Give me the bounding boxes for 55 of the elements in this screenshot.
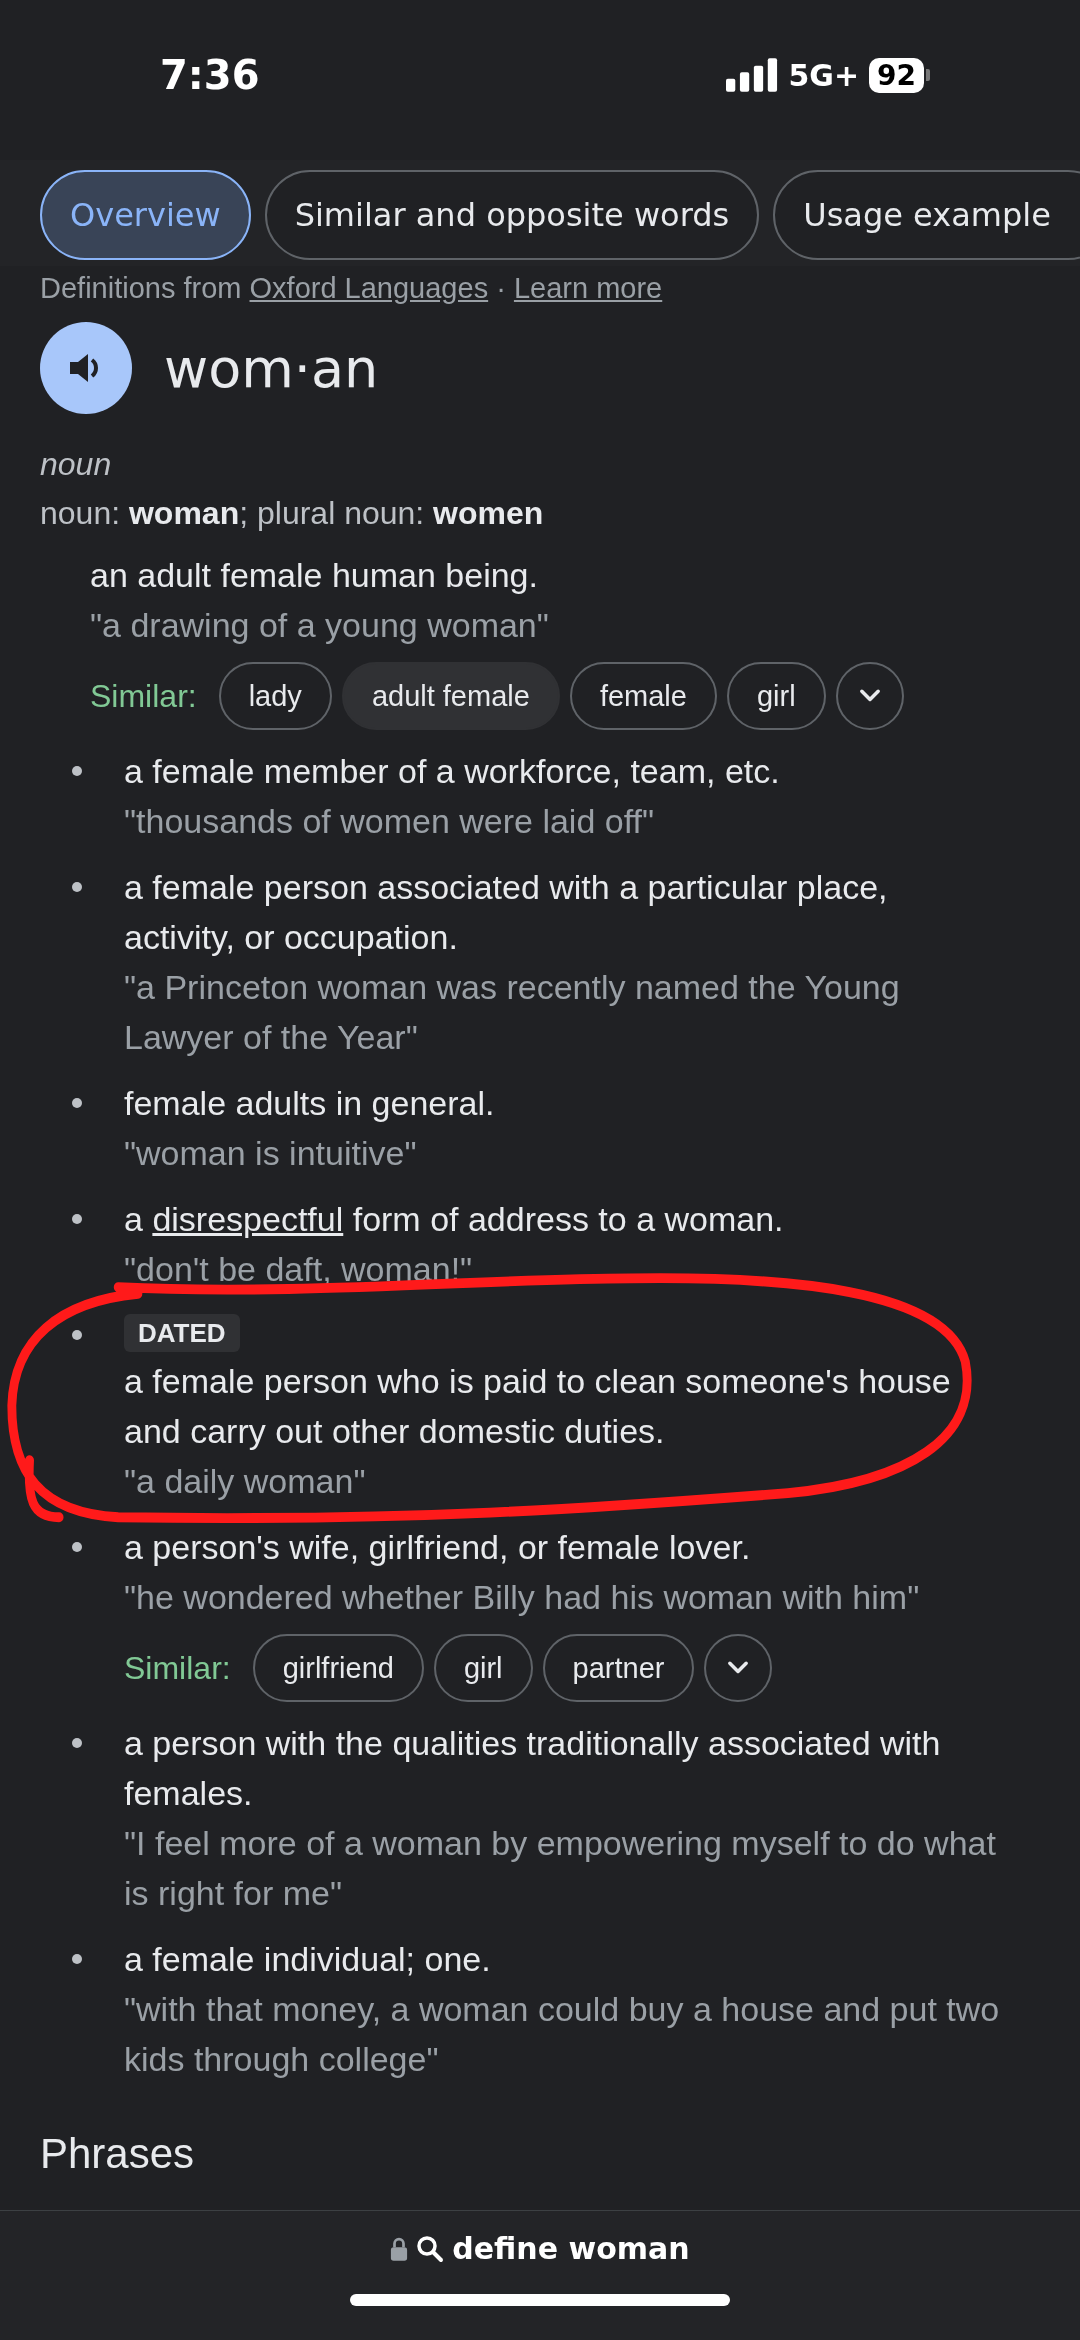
definition-link[interactable]: disrespectful — [152, 1200, 344, 1238]
example-text: "a daily woman" — [124, 1461, 366, 1502]
bullet-dot — [72, 882, 82, 892]
bullet-dot — [72, 1330, 82, 1340]
synonym-chip[interactable]: female — [569, 662, 717, 730]
source-note: Definitions from Oxford Languages · Learn more — [40, 271, 664, 306]
example-text: "thousands of women were laid off" — [124, 801, 655, 842]
definition: an adult female human being. — [90, 555, 538, 596]
learn-more-link[interactable]: Learn more — [513, 272, 663, 304]
tab[interactable]: Similar and opposite words — [264, 170, 760, 260]
tab[interactable]: Overview — [40, 170, 251, 260]
example-text: "with that money, a woman could buy a house and put two kids through college" — [124, 1989, 1000, 2080]
example-text: "woman is intuitive" — [124, 1133, 417, 1174]
signal-icon — [726, 58, 779, 92]
synonym-chip[interactable]: partner — [542, 1634, 695, 1702]
battery-indicator: 92 — [869, 57, 930, 93]
definition: a person with the qualities traditionally associated with females. — [124, 1723, 942, 1814]
definition: a female member of a workforce, team, etc. — [124, 751, 780, 792]
bullet-dot — [72, 1738, 82, 1748]
headword: wom·an — [164, 336, 379, 400]
lock-icon — [390, 2236, 409, 2261]
address-bar[interactable]: define woman — [390, 2231, 690, 2266]
definition: a female person who is paid to clean someone's house and carry out other domestic duties. — [124, 1361, 952, 1452]
bullet-dot — [72, 1098, 82, 1108]
example-text: "a Princeton woman was recently named the Young Lawyer of the Year" — [124, 967, 901, 1058]
bullet-dot — [72, 1214, 82, 1224]
definition: female adults in general. — [124, 1083, 495, 1124]
bullet-dot — [72, 1542, 82, 1552]
section-heading: Phrases — [40, 2130, 196, 2178]
example-text: "I feel more of a woman by empowering myself to do what is right for me" — [124, 1823, 997, 1914]
search-icon — [416, 2234, 445, 2263]
source-link[interactable]: Oxford Languages — [249, 272, 489, 304]
definition: a person's wife, girlfriend, or female lover. — [124, 1527, 751, 1568]
tab[interactable]: Usage example — [773, 170, 1080, 260]
definition: a disrespectful form of address to a woman. — [124, 1199, 784, 1240]
definition: a female individual; one. — [124, 1939, 491, 1980]
synonym-chip[interactable]: girlfriend — [252, 1634, 424, 1702]
synonym-chip[interactable]: girl — [726, 662, 826, 730]
word-forms: noun: woman; plural noun: women — [40, 495, 545, 532]
bullet-dot — [72, 1954, 82, 1964]
similar-label: Similar: — [124, 1649, 231, 1688]
part-of-speech: noun — [40, 446, 113, 483]
usage-tag: DATED — [124, 1314, 240, 1352]
synonym-chip[interactable]: lady — [218, 662, 332, 730]
address-text: define woman — [452, 2231, 690, 2266]
similar-label: Similar: — [90, 677, 197, 716]
bullet-dot — [72, 766, 82, 776]
example-text: "a drawing of a young woman" — [90, 605, 549, 646]
example-text: "he wondered whether Billy had his woman with him" — [124, 1577, 920, 1618]
example-text: "don't be daft, woman!" — [124, 1249, 473, 1290]
synonym-chip[interactable]: adult female — [341, 662, 560, 730]
definition: a female person associated with a particular place, activity, or occupation. — [124, 867, 889, 958]
status-time: 7:36 — [160, 52, 260, 98]
network-label: 5G+ — [788, 57, 860, 93]
synonym-chip[interactable]: girl — [433, 1634, 533, 1702]
